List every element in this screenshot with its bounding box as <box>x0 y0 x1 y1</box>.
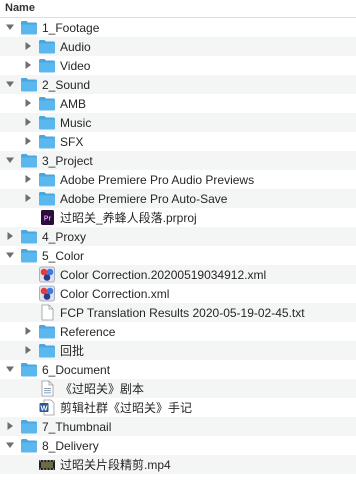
list-item-6-document[interactable]: 6_Document <box>0 360 356 379</box>
item-name: Color Correction.20200519034912.xml <box>60 268 267 282</box>
item-name: 6_Document <box>42 363 111 377</box>
item-name: 《过昭关》剧本 <box>60 382 145 396</box>
folder-icon <box>20 437 38 454</box>
disclosure-expanded-icon[interactable] <box>4 249 16 261</box>
item-name: 7_Thumbnail <box>42 420 112 434</box>
item-name: Video <box>60 59 91 73</box>
item-name: AMB <box>60 97 87 111</box>
folder-icon <box>20 418 38 435</box>
premiere-file-icon: Pr <box>38 209 56 226</box>
item-name: Audio <box>60 40 91 54</box>
folder-icon <box>20 152 38 169</box>
list-item-amb[interactable]: AMB <box>0 94 356 113</box>
list-item-color-correction-xml[interactable]: Color Correction.xml <box>0 284 356 303</box>
item-name: 过昭关_养蜂人段落.prproj <box>60 211 197 225</box>
disclosure-expanded-icon[interactable] <box>4 439 16 451</box>
folder-icon <box>38 57 56 74</box>
list-item-8-delivery[interactable]: 8_Delivery <box>0 436 356 455</box>
name-column-header[interactable]: Name <box>5 2 35 14</box>
list-item-sfx[interactable]: SFX <box>0 132 356 151</box>
svg-text:W: W <box>40 403 48 412</box>
list-item-video[interactable]: Video <box>0 56 356 75</box>
list-item-1-footage[interactable]: 1_Footage <box>0 18 356 37</box>
item-name: 回批 <box>60 344 85 358</box>
folder-icon <box>38 95 56 112</box>
disclosure-expanded-icon[interactable] <box>4 78 16 90</box>
item-name: 3_Project <box>42 154 93 168</box>
file-list: 1_Footage Audio Video 2_Sound AMB Music SFX 3_P… <box>0 18 356 488</box>
list-item-reference[interactable]: Reference <box>0 322 356 341</box>
list-item-item-19[interactable]: 《过昭关》剧本 <box>0 379 356 398</box>
list-item-color-correction-20200519034912-xml[interactable]: Color Correction.20200519034912.xml <box>0 265 356 284</box>
disclosure-collapsed-icon[interactable] <box>22 116 34 128</box>
list-item-5-color[interactable]: 5_Color <box>0 246 356 265</box>
folder-icon <box>20 247 38 264</box>
folder-icon <box>38 171 56 188</box>
disclosure-collapsed-icon[interactable] <box>22 97 34 109</box>
disclosure-expanded-icon[interactable] <box>4 21 16 33</box>
word-file-icon: W <box>38 399 56 416</box>
item-name: 5_Color <box>42 249 85 263</box>
item-name: 过昭关片段精剪.mp4 <box>60 458 171 472</box>
folder-icon <box>20 19 38 36</box>
list-item-adobe-premiere-pro-audio-previews[interactable]: Adobe Premiere Pro Audio Previews <box>0 170 356 189</box>
item-name: Adobe Premiere Pro Audio Previews <box>60 173 255 187</box>
folder-icon <box>20 76 38 93</box>
list-item-audio[interactable]: Audio <box>0 37 356 56</box>
disclosure-collapsed-icon[interactable] <box>22 135 34 147</box>
item-name: 2_Sound <box>42 78 91 92</box>
video-file-icon <box>38 456 56 473</box>
list-header: Name <box>0 0 356 18</box>
list-item-7-thumbnail[interactable]: 7_Thumbnail <box>0 417 356 436</box>
color-xml-file-icon <box>38 266 56 283</box>
list-item-music[interactable]: Music <box>0 113 356 132</box>
color-xml-file-icon <box>38 285 56 302</box>
svg-text:Pr: Pr <box>44 216 52 223</box>
folder-icon <box>38 114 56 131</box>
list-item-3-project[interactable]: 3_Project <box>0 151 356 170</box>
disclosure-collapsed-icon[interactable] <box>4 420 16 432</box>
folder-icon <box>38 133 56 150</box>
folder-icon <box>20 228 38 245</box>
item-name: Adobe Premiere Pro Auto-Save <box>60 192 228 206</box>
item-name: 1_Footage <box>42 21 100 35</box>
disclosure-collapsed-icon[interactable] <box>22 325 34 337</box>
list-item-item-17[interactable]: 回批 <box>0 341 356 360</box>
disclosure-collapsed-icon[interactable] <box>22 40 34 52</box>
list-item-item-20[interactable]: W 剪辑社群《过昭关》手记 <box>0 398 356 417</box>
item-name: SFX <box>60 135 84 149</box>
disclosure-collapsed-icon[interactable] <box>4 230 16 242</box>
list-item-prproj[interactable]: Pr 过昭关_养蜂人段落.prproj <box>0 208 356 227</box>
folder-icon <box>38 190 56 207</box>
disclosure-collapsed-icon[interactable] <box>22 192 34 204</box>
item-name: 8_Delivery <box>42 439 99 453</box>
disclosure-collapsed-icon[interactable] <box>22 173 34 185</box>
list-item-fcp-translation-results-2020-05-19-02-45-txt[interactable]: FCP Translation Results 2020-05-19-02-45… <box>0 303 356 322</box>
text-file-icon <box>38 304 56 321</box>
list-item-mp4[interactable]: 过昭关片段精剪.mp4 <box>0 455 356 474</box>
item-name: Color Correction.xml <box>60 287 170 301</box>
list-item-adobe-premiere-pro-auto-save[interactable]: Adobe Premiere Pro Auto-Save <box>0 189 356 208</box>
pages-file-icon <box>38 380 56 397</box>
disclosure-expanded-icon[interactable] <box>4 154 16 166</box>
disclosure-collapsed-icon[interactable] <box>22 59 34 71</box>
item-name: 剪辑社群《过昭关》手记 <box>60 401 193 415</box>
disclosure-collapsed-icon[interactable] <box>22 344 34 356</box>
folder-icon <box>38 38 56 55</box>
item-name: Music <box>60 116 92 130</box>
item-name: FCP Translation Results 2020-05-19-02-45… <box>60 306 305 320</box>
list-item-4-proxy[interactable]: 4_Proxy <box>0 227 356 246</box>
disclosure-expanded-icon[interactable] <box>4 363 16 375</box>
folder-icon <box>20 361 38 378</box>
item-name: 4_Proxy <box>42 230 87 244</box>
folder-icon <box>38 342 56 359</box>
list-item-2-sound[interactable]: 2_Sound <box>0 75 356 94</box>
item-name: Reference <box>60 325 116 339</box>
folder-icon <box>38 323 56 340</box>
